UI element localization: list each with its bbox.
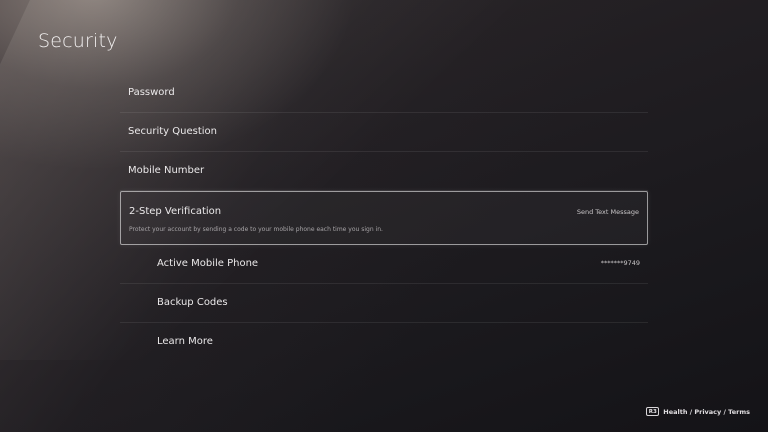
menu-item-label: Password (128, 87, 175, 98)
r3-button-icon: R3 (646, 407, 660, 416)
menu-item-security-question[interactable]: Security Question (120, 113, 648, 152)
security-menu: Password Security Question Mobile Number… (120, 74, 648, 362)
menu-item-description: Protect your account by sending a code t… (129, 226, 383, 233)
menu-item-label: Active Mobile Phone (157, 258, 259, 269)
menu-item-backup-codes[interactable]: Backup Codes (120, 284, 648, 323)
footer-links-label: Health / Privacy / Terms (663, 407, 750, 416)
footer-links[interactable]: R3 Health / Privacy / Terms (646, 407, 750, 416)
menu-item-mobile-number[interactable]: Mobile Number (120, 152, 648, 191)
menu-item-label: Learn More (157, 336, 213, 347)
menu-item-value: Send Text Message (576, 208, 639, 216)
menu-item-learn-more[interactable]: Learn More (120, 323, 648, 362)
menu-item-password[interactable]: Password (120, 74, 648, 113)
menu-item-label: Backup Codes (157, 297, 228, 308)
menu-item-label: Security Question (128, 126, 217, 137)
menu-item-label: Mobile Number (128, 165, 205, 176)
page-title: Security (38, 30, 118, 52)
menu-item-2-step-verification[interactable]: 2-Step Verification Send Text Message Pr… (120, 191, 648, 245)
security-screen: Security Password Security Question Mobi… (0, 0, 768, 432)
menu-item-value: *******9749 (600, 259, 640, 267)
menu-item-active-mobile-phone[interactable]: Active Mobile Phone *******9749 (120, 245, 648, 284)
menu-item-label: 2-Step Verification (129, 206, 222, 217)
